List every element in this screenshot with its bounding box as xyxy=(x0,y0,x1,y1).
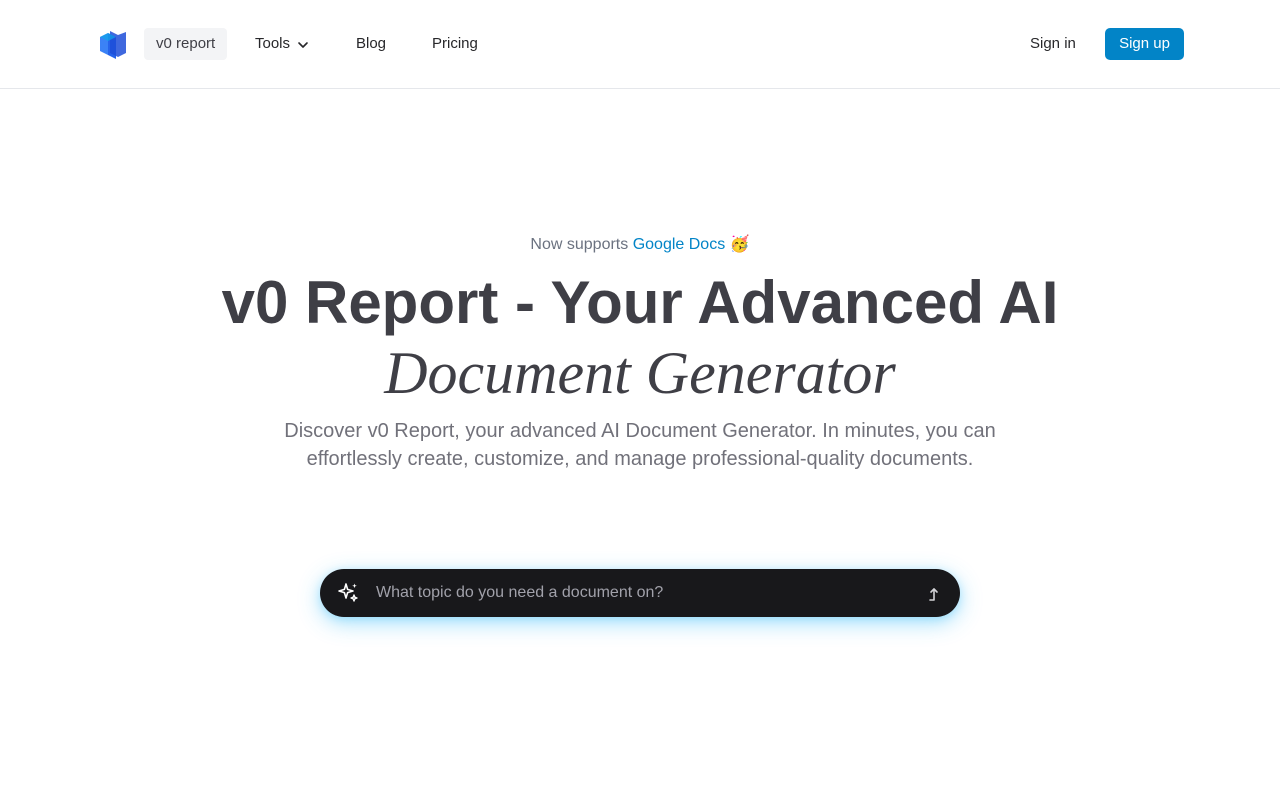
party-emoji-icon: 🥳 xyxy=(729,236,750,253)
nav-tools-dropdown[interactable]: Tools xyxy=(255,28,310,60)
arrow-up-icon[interactable] xyxy=(924,583,946,605)
topic-input[interactable] xyxy=(376,569,916,617)
prompt-bar xyxy=(320,569,960,617)
announcement-text: Now supports xyxy=(530,236,629,253)
sign-up-button[interactable]: Sign up xyxy=(1105,28,1184,60)
sparkles-icon xyxy=(338,583,358,602)
nav-blog-link[interactable]: Blog xyxy=(356,28,386,60)
hero-title-line2: Document Generator xyxy=(384,340,896,406)
nav-tools-label: Tools xyxy=(255,35,291,52)
nav-home-link[interactable]: v0 report xyxy=(144,28,228,60)
announcement-banner: Now supports Google Docs 🥳 xyxy=(0,234,1280,254)
hero-title-line1: v0 Report - Your Advanced AI xyxy=(221,269,1059,336)
cube-logo-icon[interactable] xyxy=(98,29,128,59)
hero-description: Discover v0 Report, your advanced AI Doc… xyxy=(284,420,996,470)
site-header: v0 report Tools Blog Pricing Sign in Sig… xyxy=(0,0,1280,89)
sign-in-button[interactable]: Sign in xyxy=(1030,28,1076,60)
nav-pricing-link[interactable]: Pricing xyxy=(432,28,478,60)
chevron-down-icon xyxy=(298,41,308,48)
google-docs-link[interactable]: Google Docs xyxy=(633,236,726,253)
